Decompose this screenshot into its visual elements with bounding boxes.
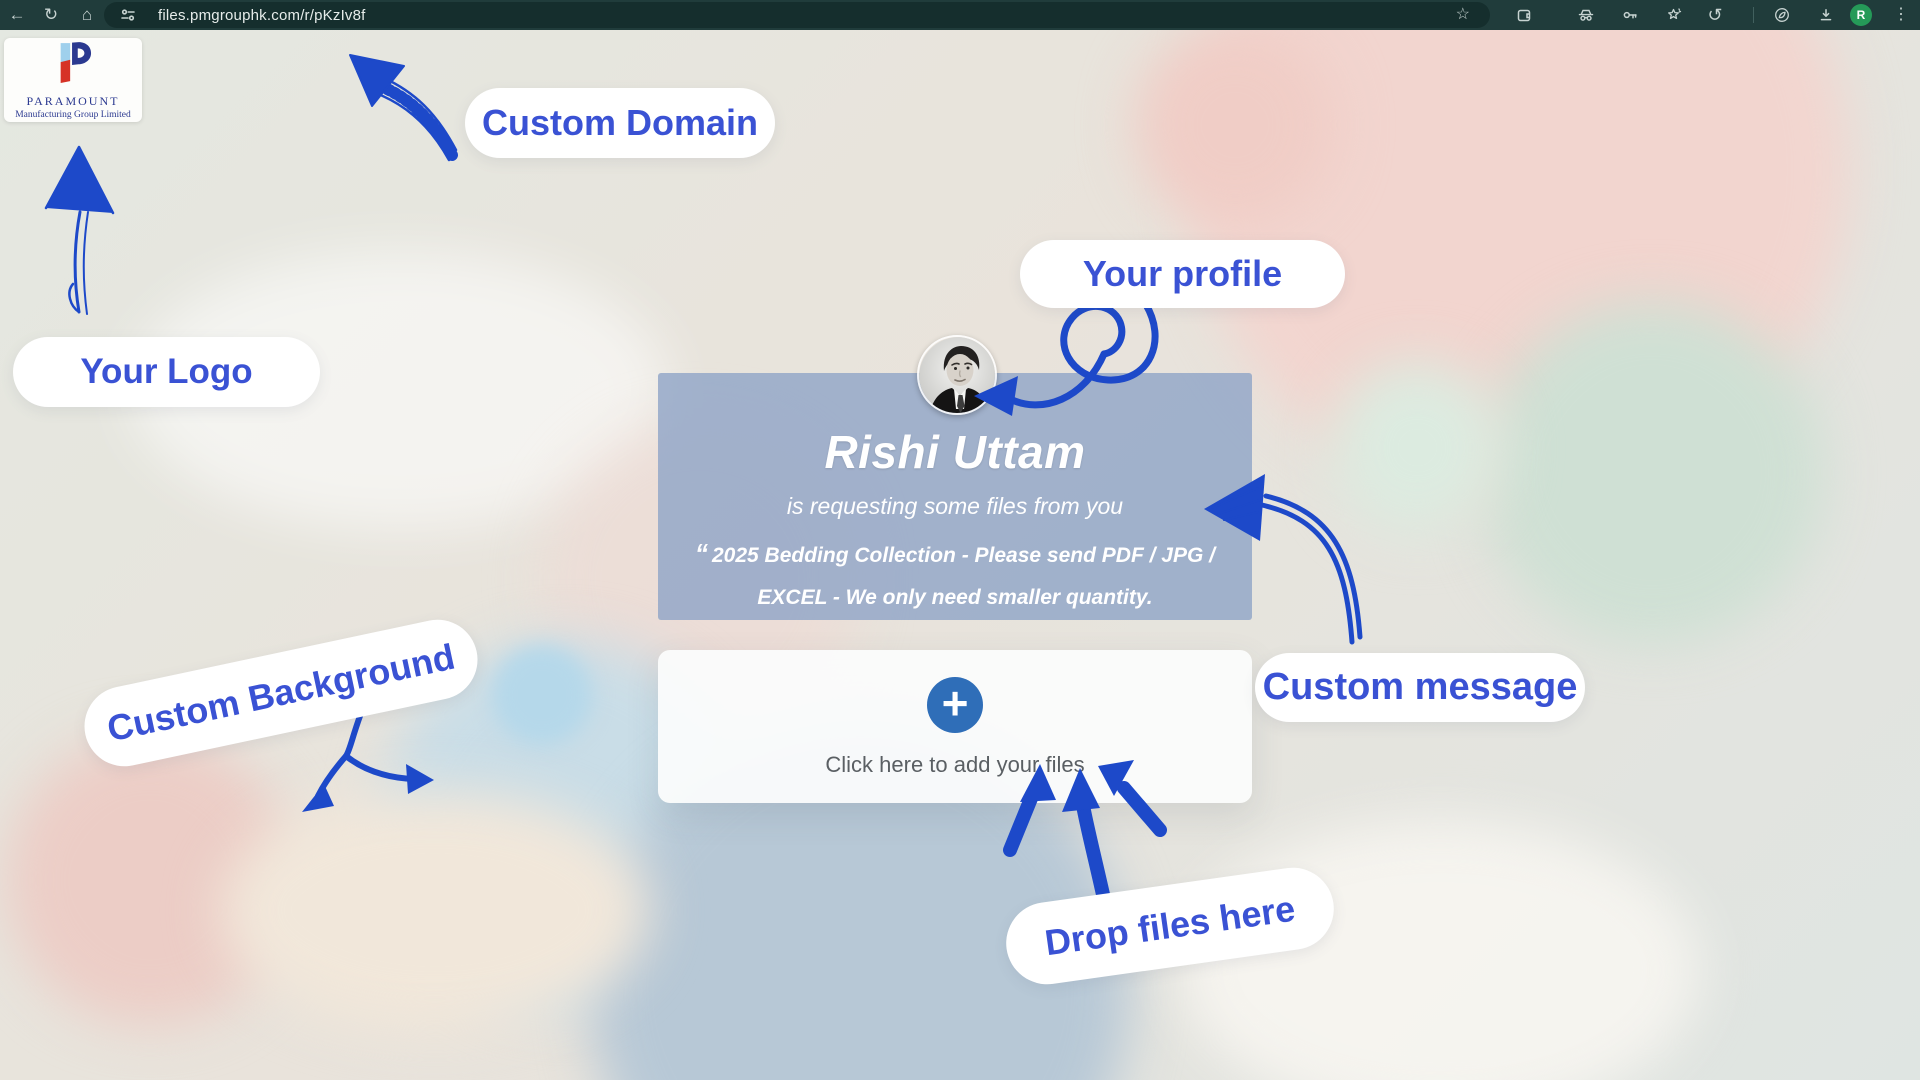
company-logo-card: PARAMOUNT Manufacturing Group Limited bbox=[4, 38, 142, 122]
reload-icon[interactable]: ↻ bbox=[36, 0, 66, 30]
annotation-your-profile-label: Your profile bbox=[1083, 253, 1282, 295]
logo-company-name: PARAMOUNT bbox=[4, 94, 142, 109]
passwords-key-icon[interactable] bbox=[1622, 7, 1638, 23]
annotation-custom-message: Custom message bbox=[1255, 653, 1585, 722]
history-icon[interactable]: ↺ bbox=[1700, 0, 1730, 30]
performance-leaf-icon[interactable] bbox=[1774, 7, 1790, 23]
screen: ← ↻ ⌂ files.pmgrouphk.com/r/pKzIv8f ☆ ↺ bbox=[0, 0, 1920, 1080]
bg-sphere-mint bbox=[1480, 300, 1825, 645]
bg-sphere-blue-bright bbox=[492, 645, 592, 745]
browser-toolbar: ← ↻ ⌂ files.pmgrouphk.com/r/pKzIv8f ☆ ↺ bbox=[0, 0, 1920, 30]
request-message: “ 2025 Bedding Collection - Please send P… bbox=[658, 532, 1252, 619]
site-settings-icon[interactable] bbox=[120, 7, 136, 23]
bg-sphere-mint-small bbox=[1330, 360, 1505, 535]
request-message-line1: 2025 Bedding Collection - Please send PD… bbox=[712, 544, 1215, 567]
add-files-plus-button[interactable]: + bbox=[927, 677, 983, 733]
browser-profile-avatar[interactable]: R bbox=[1850, 4, 1872, 26]
bg-sphere-pink-small bbox=[1135, 25, 1335, 225]
annotation-custom-message-label: Custom message bbox=[1263, 666, 1578, 709]
annotation-custom-domain-label: Custom Domain bbox=[482, 102, 758, 144]
bookmark-sparkle-icon[interactable] bbox=[1666, 7, 1682, 23]
address-bar[interactable]: files.pmgrouphk.com/r/pKzIv8f ☆ bbox=[104, 2, 1490, 28]
request-subtitle: is requesting some files from you bbox=[658, 493, 1252, 520]
annotation-custom-domain: Custom Domain bbox=[465, 88, 775, 158]
requester-name: Rishi Uttam bbox=[658, 425, 1252, 479]
logo-company-subtitle: Manufacturing Group Limited bbox=[4, 110, 142, 120]
downloads-icon[interactable] bbox=[1818, 7, 1834, 23]
quote-mark: “ bbox=[695, 538, 706, 568]
dropzone-label: Click here to add your files bbox=[658, 752, 1252, 778]
request-message-line2: EXCEL - We only need smaller quantity. bbox=[757, 586, 1152, 609]
menu-kebab-icon[interactable]: ⋮ bbox=[1886, 0, 1916, 30]
annotation-your-logo: Your Logo bbox=[13, 337, 320, 407]
toolbar-divider bbox=[1753, 7, 1754, 23]
annotation-drop-files-here-label: Drop files here bbox=[1042, 888, 1297, 965]
extensions-icon[interactable] bbox=[1516, 7, 1532, 23]
url-text[interactable]: files.pmgrouphk.com/r/pKzIv8f bbox=[158, 7, 366, 24]
home-icon[interactable]: ⌂ bbox=[72, 0, 102, 30]
custom-domain-arrow bbox=[350, 55, 456, 160]
paramount-logo-mark bbox=[54, 41, 92, 87]
bookmark-star-icon[interactable]: ☆ bbox=[1456, 2, 1470, 28]
incognito-icon[interactable] bbox=[1578, 7, 1594, 23]
file-dropzone[interactable]: + Click here to add your files bbox=[658, 650, 1252, 803]
back-icon[interactable]: ← bbox=[2, 0, 32, 30]
requester-avatar bbox=[917, 335, 997, 415]
your-logo-arrow bbox=[46, 147, 113, 314]
annotation-your-logo-label: Your Logo bbox=[80, 352, 252, 392]
annotation-your-profile: Your profile bbox=[1020, 240, 1345, 308]
bg-cloud-cream bbox=[220, 790, 650, 1030]
